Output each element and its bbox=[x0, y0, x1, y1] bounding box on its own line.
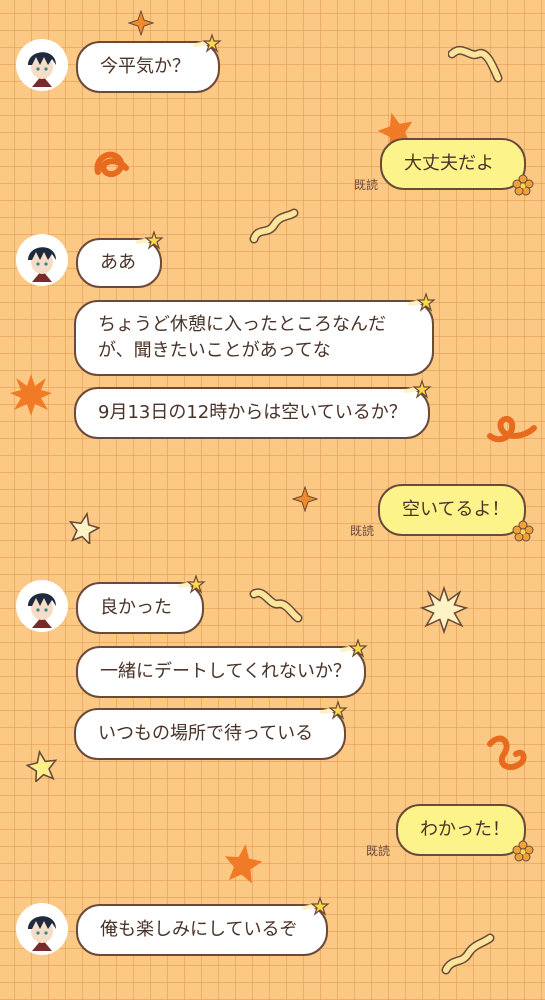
star-icon bbox=[68, 512, 100, 544]
message-bubble-received: いつもの場所で待っている bbox=[74, 700, 348, 760]
message-text: 空いてるよ！ bbox=[402, 498, 510, 520]
star-badge-icon bbox=[194, 33, 222, 53]
message-text: わかった！ bbox=[420, 818, 510, 840]
message-text: 良かった bbox=[100, 596, 172, 618]
message-bubble-received: 良かった bbox=[76, 574, 206, 634]
squiggle-icon bbox=[448, 45, 503, 83]
message-bubble-received: ああ bbox=[76, 230, 164, 288]
message-text: 大丈夫だよ bbox=[404, 152, 494, 174]
avatar[interactable] bbox=[18, 905, 66, 953]
star-badge-icon bbox=[178, 574, 206, 594]
message-text: ちょうど休憩に入ったところなんだが、聞きたいことがあってな bbox=[98, 313, 386, 361]
squiggle-icon bbox=[249, 208, 299, 244]
star-icon bbox=[26, 750, 58, 782]
avatar[interactable] bbox=[18, 41, 66, 89]
message-bubble-received: 今平気か？ bbox=[76, 33, 222, 93]
message-text: いつもの場所で待っている bbox=[98, 722, 314, 744]
avatar[interactable] bbox=[18, 582, 66, 630]
sparkle-icon bbox=[128, 10, 154, 36]
star-icon bbox=[224, 844, 263, 884]
flower-badge-icon bbox=[512, 520, 534, 542]
message-bubble-sent: 大丈夫だよ bbox=[380, 138, 534, 196]
squiggle-icon bbox=[249, 588, 303, 623]
avatar[interactable] bbox=[18, 236, 66, 284]
star-badge-icon bbox=[302, 896, 330, 916]
star-badge-icon bbox=[320, 700, 348, 720]
squiggle-icon bbox=[94, 151, 129, 178]
message-bubble-received: 9月13日の12時からは空いているか？ bbox=[74, 379, 432, 439]
flower-badge-icon bbox=[512, 840, 534, 862]
squiggle-icon bbox=[441, 933, 495, 975]
star-badge-icon bbox=[408, 292, 436, 312]
read-receipt: 既読 bbox=[350, 524, 375, 538]
message-bubble-received: 俺も楽しみにしているぞ bbox=[76, 896, 330, 956]
message-bubble-received: ちょうど休憩に入ったところなんだが、聞きたいことがあってな bbox=[74, 292, 436, 376]
burst-icon bbox=[420, 586, 468, 634]
read-receipt: 既読 bbox=[354, 178, 379, 192]
message-text: ああ bbox=[100, 251, 136, 273]
star-badge-icon bbox=[136, 230, 164, 250]
flower-badge-icon bbox=[512, 174, 534, 196]
message-text: 俺も楽しみにしているぞ bbox=[100, 918, 298, 940]
burst-icon bbox=[10, 374, 52, 416]
message-text: 9月13日の12時からは空いているか？ bbox=[98, 401, 407, 423]
sparkle-icon bbox=[292, 486, 318, 512]
message-bubble-received: 一緒にデートしてくれないか？ bbox=[76, 638, 368, 698]
star-badge-icon bbox=[404, 379, 432, 399]
squiggle-icon bbox=[487, 735, 527, 771]
message-bubble-sent: わかった！ bbox=[396, 804, 534, 862]
read-receipt: 既読 bbox=[366, 844, 391, 858]
squiggle-icon bbox=[487, 415, 537, 443]
message-text: 今平気か？ bbox=[100, 55, 190, 77]
message-text: 一緒にデートしてくれないか？ bbox=[100, 660, 351, 682]
star-badge-icon bbox=[340, 638, 368, 658]
message-bubble-sent: 空いてるよ！ bbox=[378, 484, 534, 542]
